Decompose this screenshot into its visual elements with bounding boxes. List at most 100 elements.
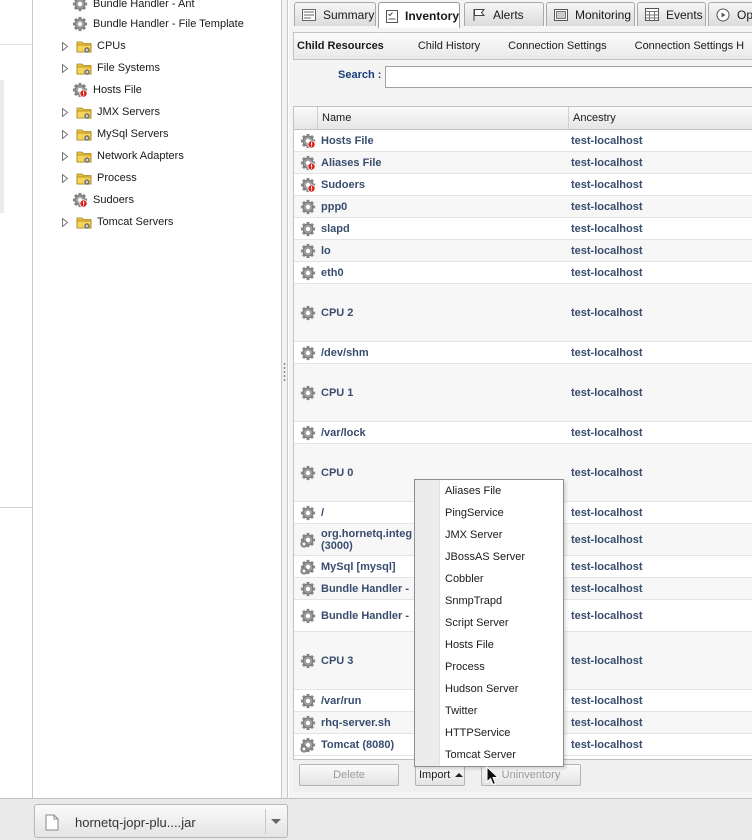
- tree-item[interactable]: Sudoers: [72, 189, 134, 211]
- folder-icon: [76, 217, 92, 229]
- row-name[interactable]: CPU 0: [321, 467, 569, 479]
- tab-alerts[interactable]: Alerts: [464, 2, 544, 26]
- row-ancestry[interactable]: test-localhost: [571, 534, 643, 546]
- table-row[interactable]: slapd test-localhost: [294, 218, 752, 240]
- chevron-down-icon[interactable]: [271, 818, 281, 826]
- tree-item[interactable]: Bundle Handler - File Template: [72, 13, 244, 35]
- table-row[interactable]: Hosts File test-localhost: [294, 130, 752, 152]
- tree-item[interactable]: Network Adapters: [60, 145, 184, 167]
- row-ancestry[interactable]: test-localhost: [571, 739, 643, 751]
- row-name[interactable]: eth0: [321, 267, 569, 279]
- row-ancestry[interactable]: test-localhost: [571, 201, 643, 213]
- row-ancestry[interactable]: test-localhost: [571, 245, 643, 257]
- tree-item[interactable]: Hosts File: [72, 79, 142, 101]
- ancestry-column-header[interactable]: Ancestry: [570, 107, 752, 129]
- row-ancestry[interactable]: test-localhost: [571, 267, 643, 279]
- import-menu-item[interactable]: Process: [445, 656, 485, 678]
- subtab-connection-settings[interactable]: Connection Settings: [494, 40, 620, 52]
- row-name[interactable]: ppp0: [321, 201, 569, 213]
- row-ancestry[interactable]: test-localhost: [571, 347, 643, 359]
- file-icon: [45, 814, 59, 831]
- subtab-child-resources[interactable]: Child Resources: [294, 40, 404, 52]
- search-input[interactable]: [385, 66, 752, 88]
- import-button[interactable]: Import: [415, 764, 465, 786]
- tab-inventory[interactable]: Inventory: [378, 2, 460, 28]
- import-menu-item[interactable]: Hudson Server: [445, 678, 518, 700]
- row-ancestry[interactable]: test-localhost: [571, 307, 643, 319]
- expand-triangle-icon[interactable]: [60, 107, 70, 117]
- row-name[interactable]: CPU 1: [321, 387, 569, 399]
- row-ancestry[interactable]: test-localhost: [571, 157, 643, 169]
- import-menu-item[interactable]: JMX Server: [445, 524, 502, 546]
- import-menu-item[interactable]: Twitter: [445, 700, 477, 722]
- row-ancestry[interactable]: test-localhost: [571, 507, 643, 519]
- row-name[interactable]: Aliases File: [321, 157, 569, 169]
- row-name[interactable]: slapd: [321, 223, 569, 235]
- import-menu-item[interactable]: HTTPService: [445, 722, 510, 744]
- tree-item-label: Bundle Handler - File Template: [93, 18, 244, 30]
- row-name[interactable]: /dev/shm: [321, 347, 569, 359]
- row-name[interactable]: /var/lock: [321, 427, 569, 439]
- subtab-child-history[interactable]: Child History: [404, 40, 494, 52]
- tree-item-icon: [76, 60, 92, 76]
- row-icon: [300, 653, 316, 669]
- expand-triangle-icon[interactable]: [60, 129, 70, 139]
- row-ancestry[interactable]: test-localhost: [571, 717, 643, 729]
- row-name[interactable]: Hosts File: [321, 135, 569, 147]
- row-ancestry[interactable]: test-localhost: [571, 387, 643, 399]
- tree-item[interactable]: CPUs: [60, 35, 126, 57]
- row-ancestry[interactable]: test-localhost: [571, 695, 643, 707]
- import-menu-item[interactable]: Script Server: [445, 612, 509, 634]
- subtab-connection-settings-h[interactable]: Connection Settings H: [621, 40, 752, 52]
- row-ancestry[interactable]: test-localhost: [571, 610, 643, 622]
- tree-item[interactable]: JMX Servers: [60, 101, 160, 123]
- row-ancestry[interactable]: test-localhost: [571, 561, 643, 573]
- import-menu-item[interactable]: SnmpTrapd: [445, 590, 502, 612]
- row-ancestry[interactable]: test-localhost: [571, 583, 643, 595]
- import-menu-item[interactable]: Hosts File: [445, 634, 494, 656]
- tab-summary[interactable]: Summary: [294, 2, 376, 26]
- table-row[interactable]: CPU 2 test-localhost: [294, 284, 752, 342]
- import-menu-item[interactable]: Cobbler: [445, 568, 484, 590]
- import-menu-item[interactable]: Tomcat Server: [445, 744, 516, 766]
- expand-triangle-icon[interactable]: [60, 41, 70, 51]
- row-ancestry[interactable]: test-localhost: [571, 135, 643, 147]
- tab-monitoring[interactable]: Monitoring: [546, 2, 635, 26]
- tree-item[interactable]: MySql Servers: [60, 123, 169, 145]
- row-ancestry[interactable]: test-localhost: [571, 655, 643, 667]
- row-ancestry[interactable]: test-localhost: [571, 223, 643, 235]
- tree-item[interactable]: File Systems: [60, 57, 160, 79]
- row-name[interactable]: lo: [321, 245, 569, 257]
- row-ancestry[interactable]: test-localhost: [571, 427, 643, 439]
- tab-events[interactable]: Events: [637, 2, 706, 26]
- table-row[interactable]: /var/lock test-localhost: [294, 422, 752, 444]
- table-row[interactable]: ppp0 test-localhost: [294, 196, 752, 218]
- tree-item[interactable]: Tomcat Servers: [60, 211, 173, 233]
- delete-button[interactable]: Delete: [299, 764, 399, 786]
- expand-triangle-icon[interactable]: [60, 151, 70, 161]
- import-menu-item[interactable]: Aliases File: [445, 480, 501, 502]
- name-column-header[interactable]: Name: [318, 107, 569, 129]
- expand-triangle-icon[interactable]: [60, 173, 70, 183]
- splitter-grip-icon[interactable]: [283, 362, 286, 382]
- download-item[interactable]: hornetq-jopr-plu....jar: [34, 804, 288, 838]
- table-row[interactable]: /dev/shm test-localhost: [294, 342, 752, 364]
- menu-icon-gutter: [415, 480, 440, 766]
- table-row[interactable]: Aliases File test-localhost: [294, 152, 752, 174]
- table-row[interactable]: eth0 test-localhost: [294, 262, 752, 284]
- import-menu-item[interactable]: JBossAS Server: [445, 546, 525, 568]
- expand-triangle-icon[interactable]: [60, 217, 70, 227]
- panel-splitter[interactable]: [282, 0, 288, 798]
- import-menu-item[interactable]: PingService: [445, 502, 504, 524]
- row-name[interactable]: Sudoers: [321, 179, 569, 191]
- gears-icon: [300, 559, 316, 575]
- tab-op[interactable]: Op: [708, 2, 752, 26]
- row-name[interactable]: CPU 2: [321, 307, 569, 319]
- tree-item[interactable]: Process: [60, 167, 137, 189]
- table-row[interactable]: lo test-localhost: [294, 240, 752, 262]
- table-row[interactable]: CPU 1 test-localhost: [294, 364, 752, 422]
- row-ancestry[interactable]: test-localhost: [571, 467, 643, 479]
- expand-triangle-icon[interactable]: [60, 63, 70, 73]
- table-row[interactable]: Sudoers test-localhost: [294, 174, 752, 196]
- row-ancestry[interactable]: test-localhost: [571, 179, 643, 191]
